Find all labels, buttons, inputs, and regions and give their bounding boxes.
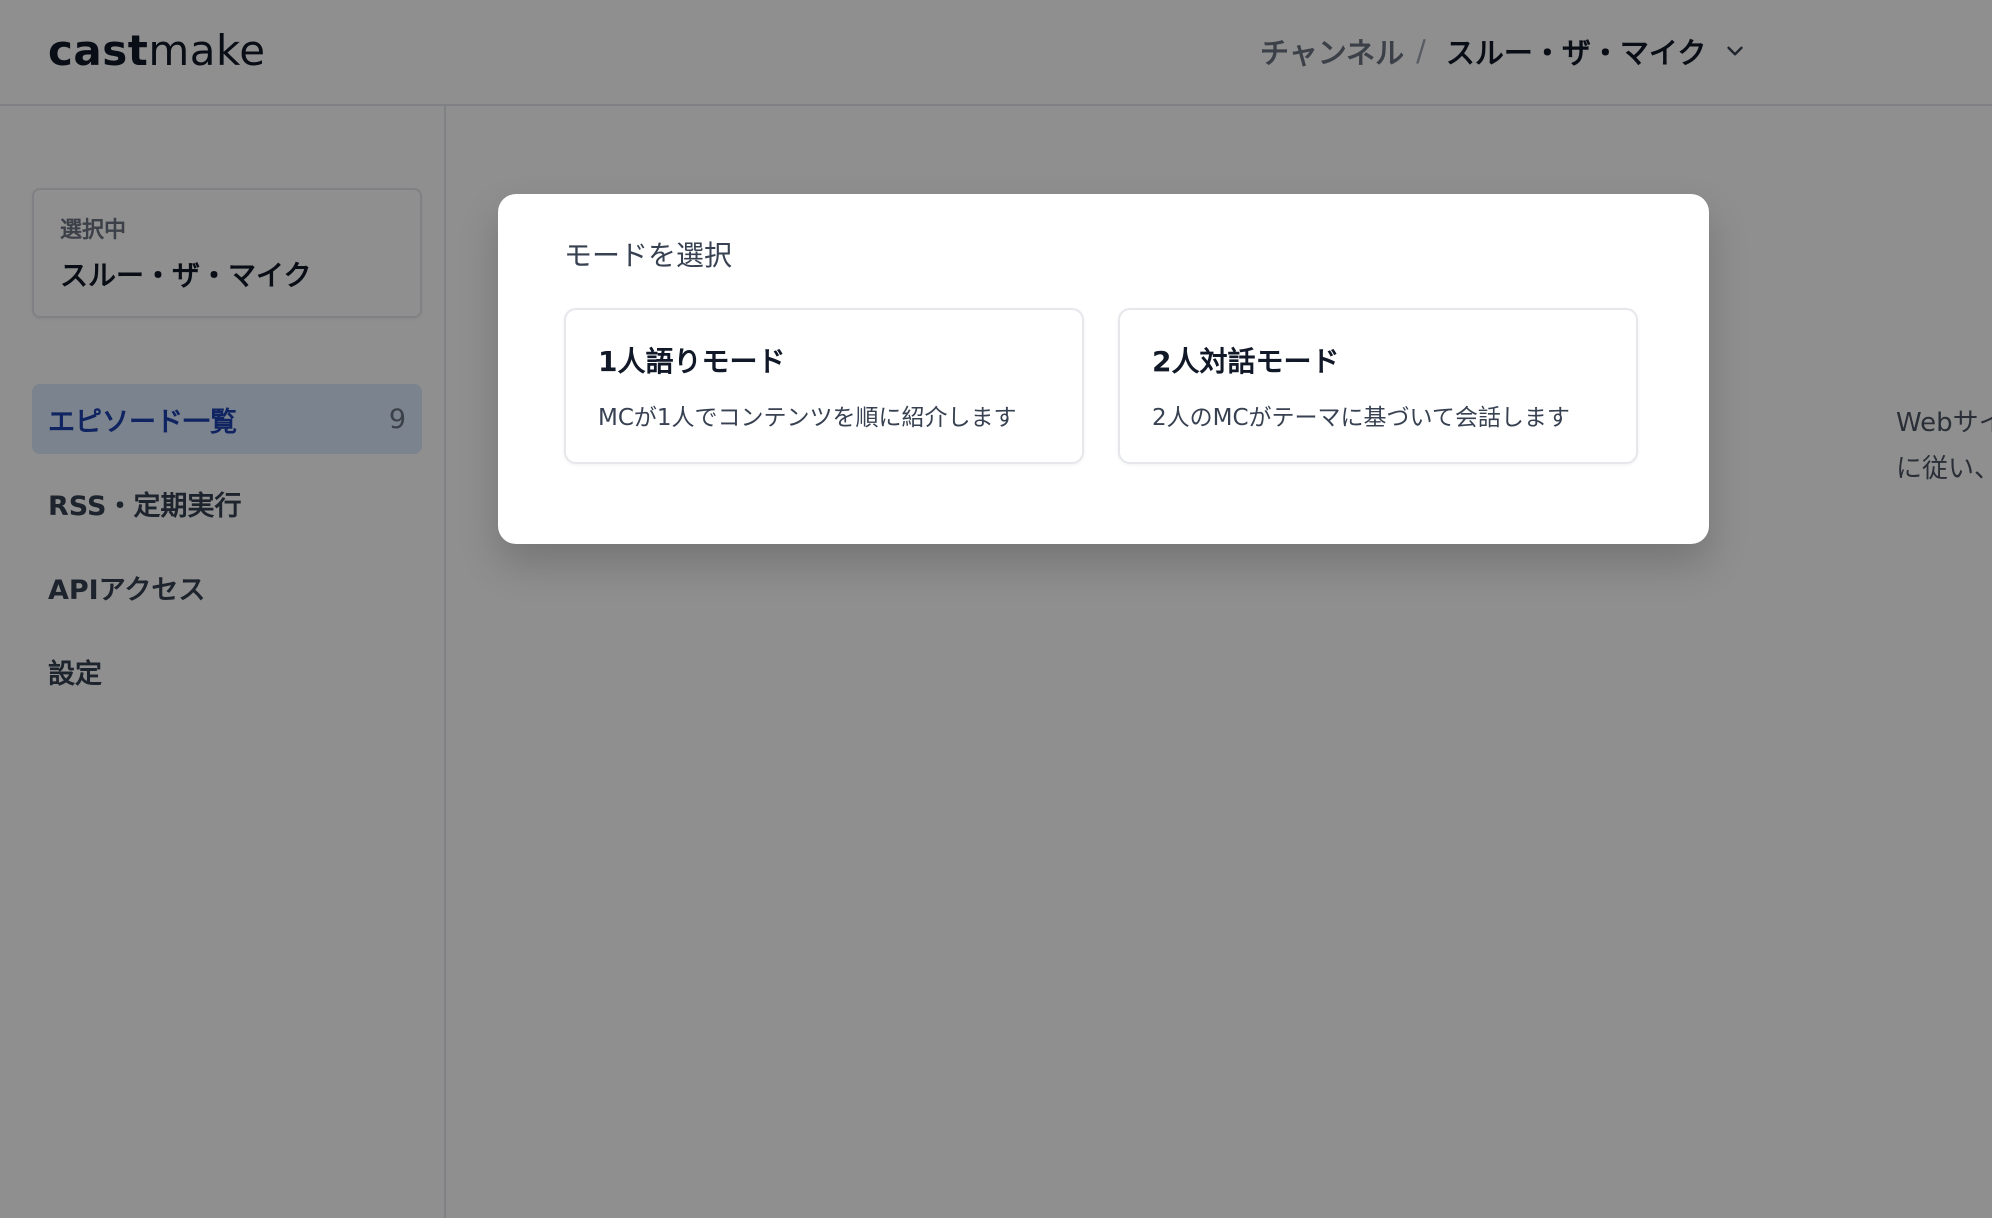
dialog-title: モードを選択 (564, 239, 733, 272)
mode-option-title: 2人対話モード (1152, 345, 1340, 378)
mode-option-description: 2人のMCがテーマに基づいて会話します (1152, 405, 1570, 431)
modal-backdrop[interactable] (0, 0, 1992, 1218)
mode-option-description: MCが1人でコンテンツを順に紹介します (598, 405, 1017, 431)
mode-option-solo[interactable]: 1人語りモード MCが1人でコンテンツを順に紹介します (564, 308, 1084, 464)
mode-option-dialogue[interactable]: 2人対話モード 2人のMCがテーマに基づいて会話します (1118, 308, 1638, 464)
mode-select-dialog: モードを選択 1人語りモード MCが1人でコンテンツを順に紹介します 2人対話モ… (498, 194, 1709, 544)
mode-option-title: 1人語りモード (598, 345, 786, 378)
